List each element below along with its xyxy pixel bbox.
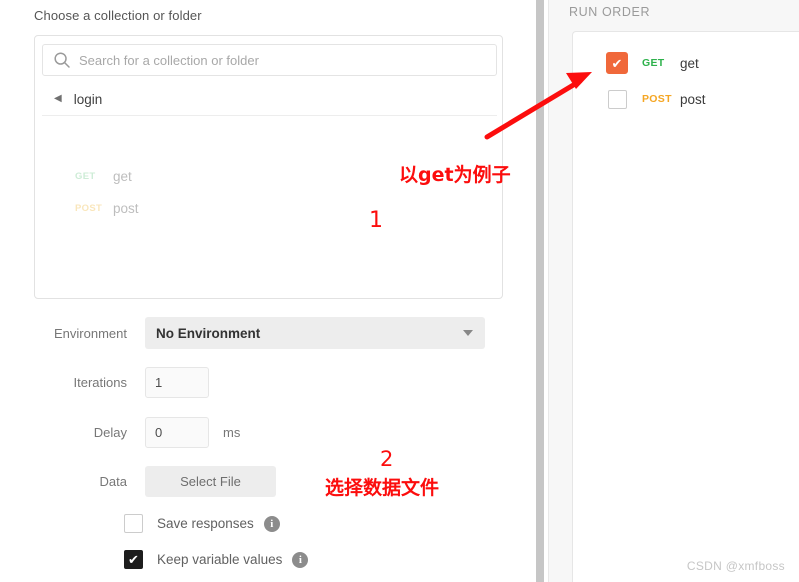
collection-chooser-box: ◀ login GET get POST post [34, 35, 503, 299]
environment-selected-value: No Environment [156, 325, 261, 341]
iterations-label: Iterations [73, 375, 127, 390]
caret-left-icon[interactable]: ◀ [54, 94, 62, 104]
search-input[interactable] [79, 52, 479, 68]
request-method-badge: POST [642, 93, 672, 105]
request-name: get [680, 55, 699, 71]
run-order-item[interactable]: ✔ GET get [573, 49, 699, 77]
info-icon[interactable]: i [292, 551, 309, 568]
environment-select[interactable]: No Environment [145, 317, 485, 349]
iterations-input[interactable] [145, 367, 209, 398]
search-icon [53, 51, 71, 69]
iterations-row: Iterations [0, 367, 209, 398]
keep-variable-values-checkbox[interactable]: ✔ [124, 550, 143, 569]
save-responses-row: ✔ Save responses i [0, 514, 280, 533]
keep-variable-values-label: Keep variable values [157, 552, 283, 567]
checkbox-wrapper: ✔ [606, 89, 628, 109]
environment-label: Environment [54, 325, 127, 341]
run-order-item[interactable]: ✔ POST post [573, 85, 706, 113]
save-responses-checkbox[interactable]: ✔ [124, 514, 143, 533]
keep-variable-values-row: ✔ Keep variable values i [0, 550, 309, 569]
choose-collection-label: Choose a collection or folder [34, 8, 202, 23]
run-item-checkbox[interactable]: ✔ [607, 89, 627, 109]
request-name: post [113, 200, 139, 216]
request-method-badge: GET [75, 170, 96, 182]
request-method-badge: POST [75, 202, 103, 214]
run-order-list: ✔ GET get ✔ POST post CSDN @xmfboss [572, 31, 799, 582]
chevron-down-icon [463, 330, 473, 336]
environment-row: Environment No Environment [0, 317, 485, 349]
list-item[interactable]: GET get [42, 163, 132, 189]
run-order-title: RUN ORDER [569, 5, 651, 19]
run-item-checkbox[interactable]: ✔ [606, 52, 628, 74]
delay-row: Delay ms [0, 417, 240, 448]
breadcrumb-label: login [73, 91, 103, 107]
watermark: CSDN @xmfboss [686, 559, 785, 573]
save-responses-label: Save responses [157, 516, 254, 531]
delay-unit-label: ms [223, 425, 241, 440]
data-row: Data Select File [0, 466, 276, 497]
vertical-scrollbar[interactable] [536, 0, 544, 582]
search-bar[interactable] [42, 44, 497, 76]
left-settings-panel: Choose a collection or folder ◀ login GE… [0, 0, 536, 582]
request-name: post [680, 91, 706, 107]
delay-input[interactable] [145, 417, 209, 448]
request-name: get [113, 168, 132, 184]
delay-label: Delay [93, 425, 127, 440]
data-label: Data [99, 474, 127, 489]
list-item[interactable]: POST post [42, 195, 139, 221]
request-method-badge: GET [642, 57, 665, 69]
info-icon[interactable]: i [263, 515, 280, 532]
select-file-button[interactable]: Select File [145, 466, 276, 497]
check-icon: ✔ [611, 55, 623, 71]
check-icon: ✔ [128, 552, 139, 567]
breadcrumb[interactable]: ◀ login [42, 83, 497, 116]
run-order-panel: RUN ORDER ✔ GET get ✔ POST post CSDN @xm… [548, 0, 799, 582]
checkbox-wrapper: ✔ [606, 52, 628, 74]
